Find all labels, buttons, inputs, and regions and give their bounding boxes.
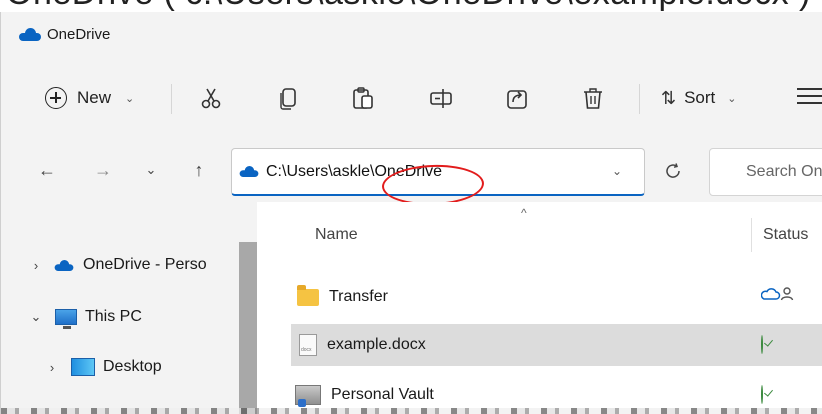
view-menu-icon[interactable]	[797, 88, 822, 106]
sidebar-scrollbar[interactable]	[239, 242, 257, 414]
column-header-status[interactable]: Status	[763, 226, 808, 244]
plus-circle-icon	[45, 87, 67, 109]
chevron-down-icon: ⌄	[125, 92, 135, 105]
share-icon	[507, 90, 527, 109]
title-bar: OneDrive	[1, 12, 822, 56]
delete-button[interactable]	[571, 78, 615, 118]
folder-icon	[297, 284, 319, 306]
refresh-icon	[666, 163, 680, 178]
file-row-transfer[interactable]: Transfer	[291, 276, 822, 318]
cloud-person-icon	[760, 286, 795, 307]
file-explorer-window: OneDrive New ⌄ ⇅ Sort ⌄ ← → ⌄ ↑ C:\Users…	[0, 12, 822, 414]
command-bar: New ⌄ ⇅ Sort ⌄	[1, 68, 822, 128]
sort-button-label: Sort	[684, 88, 716, 107]
forward-arrow-icon[interactable]: →	[87, 154, 119, 186]
delete-icon	[584, 88, 602, 109]
sort-arrows-icon: ⇅	[661, 87, 677, 108]
navigation-bar: ← → ⌄ ↑ C:\Users\askle\OneDrive ⌄ Search…	[1, 140, 822, 207]
file-name: Personal Vault	[331, 386, 434, 403]
recent-locations-chevron-icon[interactable]: ⌄	[135, 154, 167, 186]
file-row-example-docx[interactable]: example.docx	[291, 324, 822, 366]
computer-icon	[55, 309, 77, 329]
sidebar-item-onedrive[interactable]: › OneDrive - Perso	[29, 250, 207, 280]
onedrive-cloud-icon	[19, 27, 41, 41]
paste-button[interactable]	[341, 78, 385, 118]
rename-button[interactable]	[419, 78, 463, 118]
cropped-bottom-edge	[1, 408, 822, 414]
copy-button[interactable]	[267, 78, 311, 118]
share-button[interactable]	[495, 78, 539, 118]
sort-button[interactable]: ⇅ Sort ⌄	[655, 78, 743, 118]
refresh-button[interactable]	[655, 154, 691, 188]
cut-icon	[201, 88, 221, 109]
file-list: ^ Name Status Transfer example.docx	[257, 202, 822, 414]
file-name: Transfer	[329, 288, 388, 305]
new-button-label: New	[77, 88, 112, 107]
file-name: example.docx	[327, 336, 426, 353]
sidebar-item-label: Desktop	[103, 358, 162, 375]
sidebar-item-this-pc[interactable]: ⌄ This PC	[29, 302, 142, 332]
onedrive-cloud-icon	[54, 259, 74, 271]
new-button[interactable]: New ⌄	[37, 78, 142, 118]
desktop-icon	[71, 358, 95, 376]
cropped-caption: OneDrive ( c:\Users\askle\OneDrive\examp…	[0, 0, 822, 12]
column-header-name[interactable]: Name	[315, 226, 358, 244]
check-icon	[761, 335, 763, 354]
chevron-down-icon[interactable]: ⌄	[29, 309, 43, 325]
chevron-right-icon[interactable]: ›	[45, 360, 59, 375]
copy-icon	[280, 88, 296, 110]
paste-icon	[353, 87, 373, 109]
sidebar-item-label: OneDrive - Perso	[83, 256, 207, 273]
vault-icon	[295, 385, 321, 407]
chevron-down-icon[interactable]: ⌄	[612, 164, 622, 178]
document-icon	[299, 334, 317, 356]
search-box[interactable]: Search OneDrive	[709, 148, 822, 196]
onedrive-cloud-icon	[239, 165, 259, 178]
chevron-right-icon[interactable]: ›	[29, 258, 43, 273]
navigation-pane: › OneDrive - Perso ⌄ This PC › Desktop	[1, 202, 235, 414]
up-arrow-icon[interactable]: ↑	[183, 154, 215, 186]
toolbar-separator	[639, 84, 640, 114]
sidebar-item-desktop[interactable]: › Desktop	[45, 352, 162, 382]
caption-text: OneDrive ( c:\Users\askle\OneDrive\examp…	[6, 0, 811, 12]
search-placeholder: Search OneDrive	[746, 163, 822, 180]
content-area: › OneDrive - Perso ⌄ This PC › Desktop ^…	[1, 202, 822, 414]
window-title: OneDrive	[47, 25, 111, 43]
column-divider[interactable]	[751, 218, 752, 252]
toolbar-separator	[171, 84, 172, 114]
sidebar-item-label: This PC	[85, 308, 142, 325]
chevron-down-icon: ⌄	[727, 92, 737, 105]
back-arrow-icon[interactable]: ←	[31, 154, 63, 186]
cut-button[interactable]	[189, 78, 233, 118]
check-icon	[761, 385, 763, 404]
rename-icon	[430, 89, 452, 108]
sort-indicator-icon: ^	[521, 206, 527, 220]
